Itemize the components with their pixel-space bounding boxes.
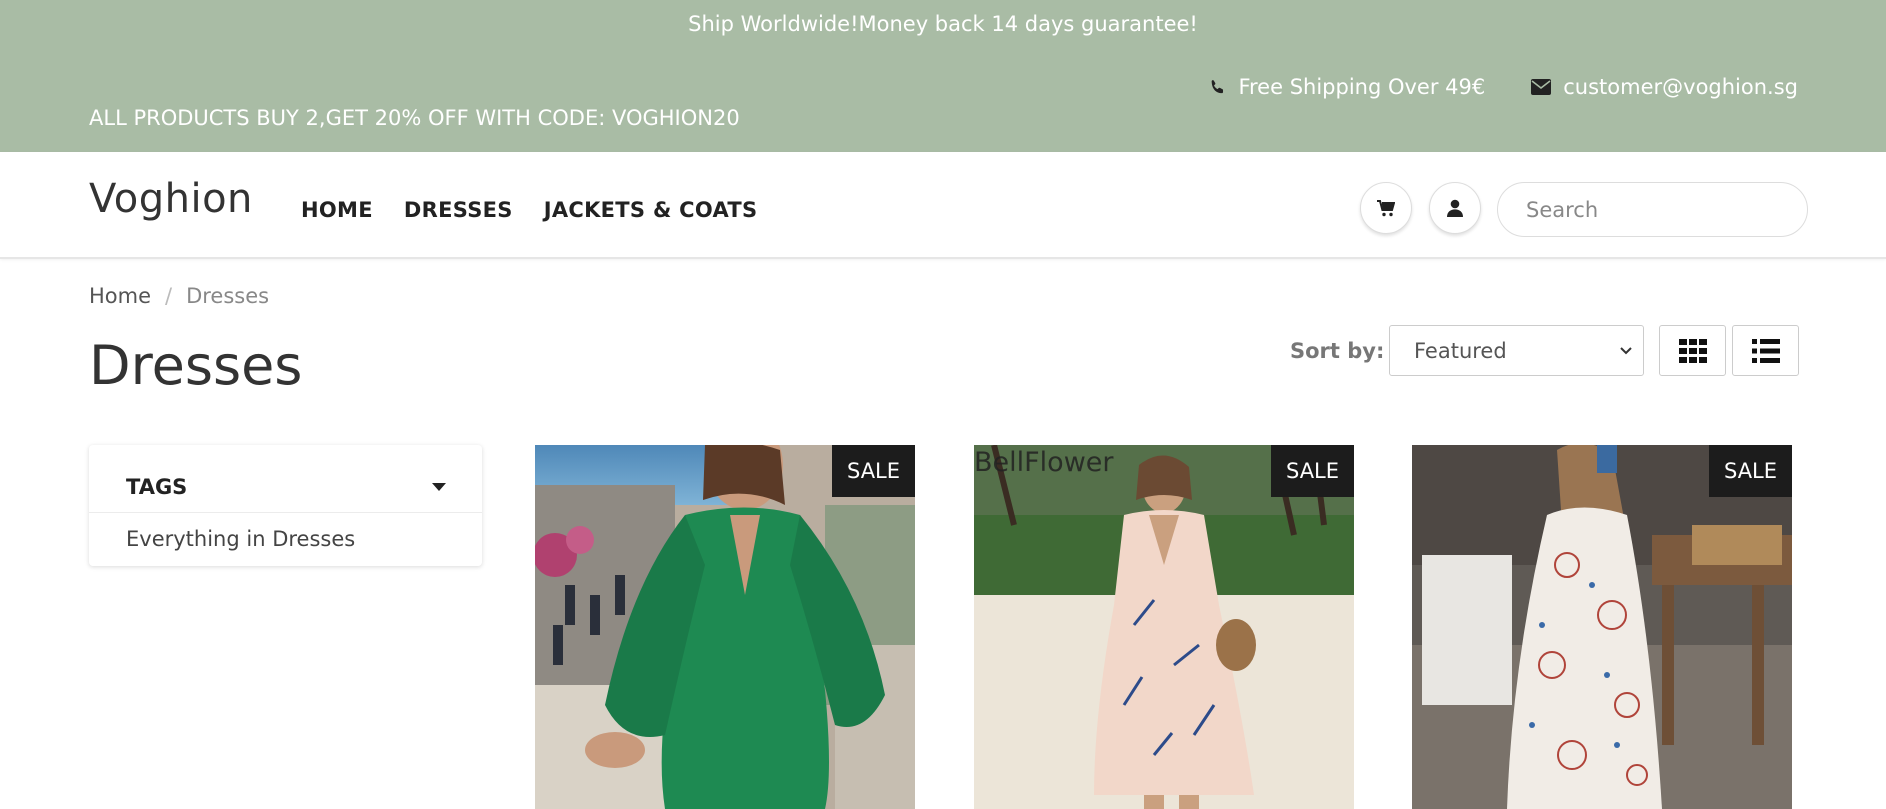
email-info[interactable]: customer@voghion.sg	[1531, 75, 1798, 99]
tags-title: TAGS	[126, 475, 188, 499]
free-shipping-info: Free Shipping Over 49€	[1209, 75, 1485, 99]
cart-icon	[1377, 199, 1395, 216]
contact-info: Free Shipping Over 49€ customer@voghion.…	[1209, 75, 1798, 99]
email-link[interactable]: customer@voghion.sg	[1563, 75, 1798, 99]
site-header: Voghion HOME DRESSES JACKETS & COATS	[0, 152, 1886, 259]
free-shipping-text: Free Shipping Over 49€	[1238, 75, 1486, 99]
caret-down-icon	[432, 483, 446, 491]
account-button[interactable]	[1429, 182, 1481, 234]
brand-overlay-text: BellFlower	[974, 447, 1114, 478]
product-image[interactable]	[535, 445, 915, 809]
sale-badge: SALE	[832, 445, 915, 497]
breadcrumb: Home / Dresses	[89, 284, 269, 308]
search-input[interactable]	[1526, 197, 1794, 222]
envelope-icon	[1531, 79, 1552, 95]
phone-icon	[1212, 79, 1224, 93]
product-card[interactable]: SALE	[1412, 445, 1792, 809]
breadcrumb-separator: /	[165, 284, 173, 308]
sort-select[interactable]: Featured	[1389, 325, 1644, 376]
tags-filter-panel: TAGS Everything in Dresses	[89, 445, 482, 566]
product-card[interactable]: SALE	[535, 445, 915, 809]
product-image[interactable]	[1412, 445, 1792, 809]
list-view-button[interactable]	[1732, 325, 1799, 376]
nav-jackets-coats[interactable]: JACKETS & COATS	[544, 198, 758, 222]
breadcrumb-home[interactable]: Home	[89, 284, 151, 308]
promo-code-message: ALL PRODUCTS BUY 2,GET 20% OFF WITH CODE…	[89, 106, 740, 130]
tag-link-everything[interactable]: Everything in Dresses	[89, 513, 482, 565]
chevron-down-icon	[1620, 346, 1632, 354]
shipping-message: Ship Worldwide!Money back 14 days guaran…	[688, 12, 1198, 36]
breadcrumb-current: Dresses	[186, 284, 270, 308]
sale-badge: SALE	[1709, 445, 1792, 497]
announcement-bar: Ship Worldwide!Money back 14 days guaran…	[0, 0, 1886, 152]
grid-view-button[interactable]	[1659, 325, 1726, 376]
grid-icon	[1678, 338, 1707, 363]
product-image[interactable]	[974, 445, 1354, 809]
user-icon	[1447, 199, 1463, 217]
search-box	[1497, 182, 1808, 237]
sort-selected-value: Featured	[1414, 338, 1507, 363]
tags-header[interactable]: TAGS	[89, 445, 482, 513]
cart-button[interactable]	[1360, 182, 1412, 234]
sale-badge: SALE	[1271, 445, 1354, 497]
nav-home[interactable]: HOME	[301, 198, 373, 222]
main-nav: HOME DRESSES JACKETS & COATS	[301, 198, 757, 222]
list-icon	[1751, 338, 1780, 363]
page-title: Dresses	[89, 334, 303, 397]
product-card[interactable]: BellFlower SALE	[974, 445, 1354, 809]
sort-label: Sort by:	[1290, 339, 1385, 363]
nav-dresses[interactable]: DRESSES	[404, 198, 513, 222]
site-logo[interactable]: Voghion	[89, 176, 253, 222]
